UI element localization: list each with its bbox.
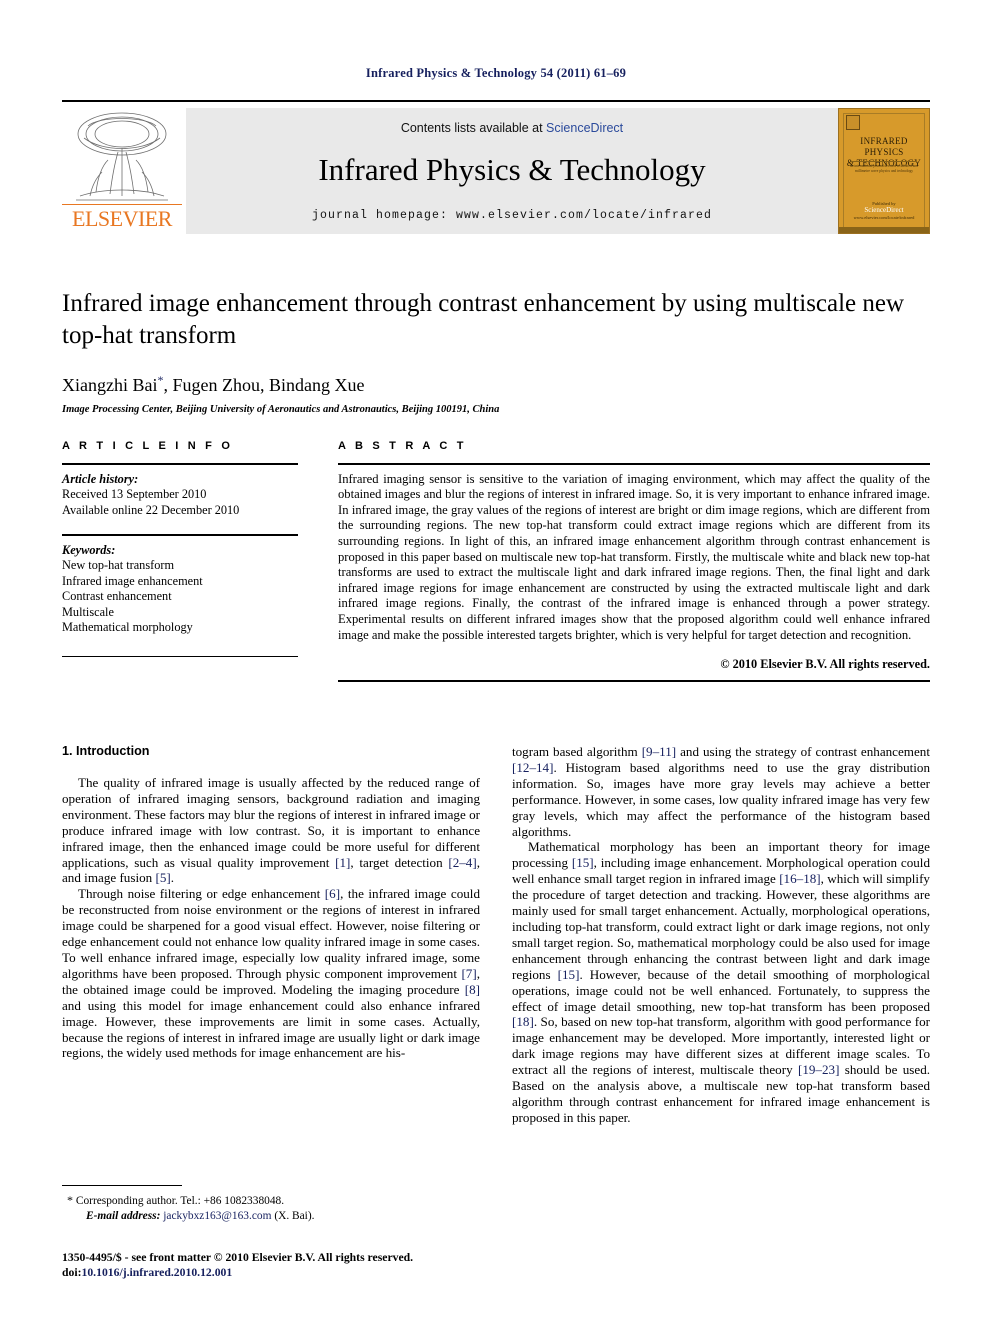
corresponding-author-text: Corresponding author. Tel.: +86 10823380… (75, 1195, 285, 1208)
keyword-item: Mathematical morphology (62, 620, 193, 635)
body-paragraph: The quality of infrared image is usually… (62, 775, 480, 886)
keyword-item: Contrast enhancement (62, 589, 172, 604)
citation-link[interactable]: [19–23] (798, 1062, 839, 1077)
doi-link[interactable]: 10.1016/j.infrared.2010.12.001 (81, 1266, 232, 1279)
author-rest: , Fugen Zhou, Bindang Xue (163, 375, 365, 395)
info-rule-bottom (62, 655, 298, 658)
citation-link[interactable]: [15] (558, 967, 580, 982)
issn-line: 1350-4495/$ - see front matter © 2010 El… (62, 1251, 414, 1264)
article-page: Infrared Physics & Technology 54 (2011) … (0, 0, 992, 1323)
body-columns: 1. Introduction The quality of infrared … (62, 744, 930, 1224)
article-history-label: Article history: (62, 471, 139, 486)
running-head: Infrared Physics & Technology 54 (2011) … (365, 66, 627, 80)
citation-link[interactable]: [6] (325, 886, 340, 901)
elsevier-tree-svg (76, 112, 168, 201)
info-rule-top (62, 463, 298, 465)
abstract-rule-top (338, 463, 930, 465)
corresponding-author-note: * Corresponding author. Tel.: +86 108233… (62, 1193, 480, 1209)
email-note: E-mail address: jackybxz163@163.com (X. … (62, 1209, 480, 1224)
doi-line: doi:10.1016/j.infrared.2010.12.001 (62, 1265, 562, 1280)
paragraph-text: The quality of infrared image is usually… (62, 775, 480, 886)
email-suffix: (X. Bai). (274, 1209, 315, 1222)
title-block: Infrared image enhancement through contr… (62, 288, 930, 415)
abstract-copyright: © 2010 Elsevier B.V. All rights reserved… (720, 657, 930, 672)
body-left-column: 1. Introduction The quality of infrared … (62, 744, 480, 1061)
article-info-heading: A R T I C L E I N F O (62, 440, 234, 452)
citation-link[interactable]: [1] (335, 855, 350, 870)
abstract-heading: A B S T R A C T (338, 440, 467, 452)
journal-band: Contents lists available at ScienceDirec… (186, 108, 838, 234)
abstract-rule-bottom (338, 680, 930, 682)
keyword-item: Infrared image enhancement (62, 573, 203, 588)
cover-subtitle: an international journal devoted to infr… (850, 164, 918, 173)
email-link[interactable]: jackybxz163@163.com (163, 1210, 271, 1222)
history-available-online: Available online 22 December 2010 (62, 502, 240, 517)
cover-footer: Published by ScienceDirect www.elsevier.… (847, 200, 921, 221)
info-rule-mid (62, 534, 298, 536)
doi-label: doi: (62, 1266, 82, 1279)
cover-bottom-bar (839, 227, 929, 233)
keywords-group: Keywords: New top-hat transform Infrared… (62, 543, 298, 636)
paragraph-text: Mathematical morphology has been an impo… (512, 839, 931, 1125)
journal-homepage-link[interactable]: journal homepage: www.elsevier.com/locat… (186, 209, 838, 222)
cover-divider (851, 161, 917, 162)
abstract-text: Infrared imaging sensor is sensitive to … (338, 471, 930, 642)
section-heading-introduction: 1. Introduction (62, 744, 150, 758)
sciencedirect-link[interactable]: ScienceDirect (546, 121, 623, 135)
paragraph-text: togram based algorithm [9–11] and using … (512, 744, 930, 839)
citation-link[interactable]: [18] (512, 1014, 534, 1029)
author-list: Xiangzhi Bai*, Fugen Zhou, Bindang Xue (62, 373, 930, 396)
keyword-item: New top-hat transform (62, 558, 175, 573)
imprint-block: 1350-4495/$ - see front matter © 2010 El… (62, 1250, 562, 1280)
email-label: E-mail address: (86, 1209, 161, 1222)
asterisk-icon: * (67, 1193, 73, 1208)
body-paragraph: Through noise filtering or edge enhancem… (62, 886, 480, 1061)
journal-title: Infrared Physics & Technology (318, 152, 706, 187)
elsevier-logo: ELSEVIER (62, 108, 182, 234)
article-info-column: A R T I C L E I N F O Article history: R… (62, 440, 298, 664)
article-history-group: Article history: Received 13 September 2… (62, 472, 298, 519)
keywords-label: Keywords: (62, 542, 116, 557)
journal-cover-thumbnail[interactable]: INFRARED PHYSICS & TECHNOLOGY an interna… (838, 108, 930, 234)
elsevier-tree-icon (68, 108, 176, 204)
cover-title-line1: INFRARED PHYSICS (860, 136, 908, 157)
citation-link[interactable]: [16–18] (779, 871, 820, 886)
body-paragraph: togram based algorithm [9–11] and using … (512, 744, 930, 839)
citation-link[interactable]: [9–11] (642, 744, 676, 759)
citation-link[interactable]: [15] (572, 855, 594, 870)
body-right-column: togram based algorithm [9–11] and using … (512, 744, 930, 1126)
citation-link[interactable]: [12–14] (512, 760, 553, 775)
citation-link[interactable]: [2–4] (448, 855, 476, 870)
journal-masthead: ELSEVIER Contents lists available at Sci… (62, 100, 930, 234)
contents-available-line: Contents lists available at ScienceDirec… (186, 121, 838, 135)
contents-prefix: Contents lists available at (400, 121, 543, 135)
citation-link[interactable]: [7] (461, 966, 476, 981)
elsevier-wordmark: ELSEVIER (62, 204, 182, 232)
cover-footer-url: www.elsevier.com/locate/infrared (853, 215, 915, 220)
author-first: Xiangzhi Bai (62, 375, 158, 395)
citation-link[interactable]: [5] (155, 870, 170, 885)
paragraph-text: Through noise filtering or edge enhancem… (62, 886, 480, 1061)
abstract-column: A B S T R A C T Infrared imaging sensor … (338, 440, 930, 682)
cover-footer-big: ScienceDirect (864, 206, 904, 214)
body-paragraph: Mathematical morphology has been an impo… (512, 839, 930, 1125)
cover-elsevier-icon (846, 115, 860, 130)
footnote-block: * Corresponding author. Tel.: +86 108233… (62, 1185, 480, 1223)
affiliation: Image Processing Center, Beijing Univers… (62, 404, 500, 415)
keyword-item: Multiscale (62, 604, 114, 619)
footnote-rule (62, 1185, 182, 1187)
article-title: Infrared image enhancement through contr… (62, 290, 905, 349)
citation-link[interactable]: [8] (465, 982, 480, 997)
history-received: Received 13 September 2010 (62, 487, 207, 502)
